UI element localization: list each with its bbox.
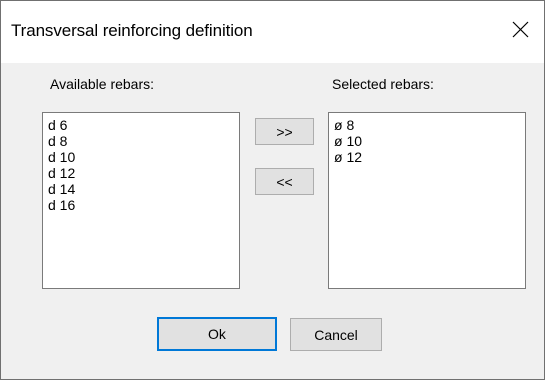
available-rebars-label: Available rebars: [50, 76, 155, 92]
list-item[interactable]: ø 8 [334, 117, 525, 133]
ok-button[interactable]: Ok [157, 317, 277, 351]
dialog-window: Transversal reinforcing definition Avail… [0, 0, 545, 380]
cancel-button[interactable]: Cancel [290, 318, 382, 351]
list-item[interactable]: d 8 [48, 133, 239, 149]
list-item[interactable]: ø 10 [334, 133, 525, 149]
close-button[interactable] [498, 7, 544, 51]
selected-rebars-label: Selected rebars: [332, 76, 434, 92]
remove-rebar-button[interactable]: << [255, 168, 314, 195]
selected-rebars-list[interactable]: ø 8 ø 10 ø 12 [328, 112, 526, 289]
close-icon [512, 21, 529, 38]
available-rebars-list[interactable]: d 6 d 8 d 10 d 12 d 14 d 16 [42, 112, 240, 289]
dialog-title: Transversal reinforcing definition [11, 21, 253, 40]
list-item[interactable]: d 14 [48, 181, 239, 197]
title-bar: Transversal reinforcing definition [1, 1, 544, 63]
list-item[interactable]: d 16 [48, 197, 239, 213]
list-item[interactable]: ø 12 [334, 149, 525, 165]
list-item[interactable]: d 10 [48, 149, 239, 165]
list-item[interactable]: d 6 [48, 117, 239, 133]
list-item[interactable]: d 12 [48, 165, 239, 181]
add-rebar-button[interactable]: >> [255, 118, 314, 145]
